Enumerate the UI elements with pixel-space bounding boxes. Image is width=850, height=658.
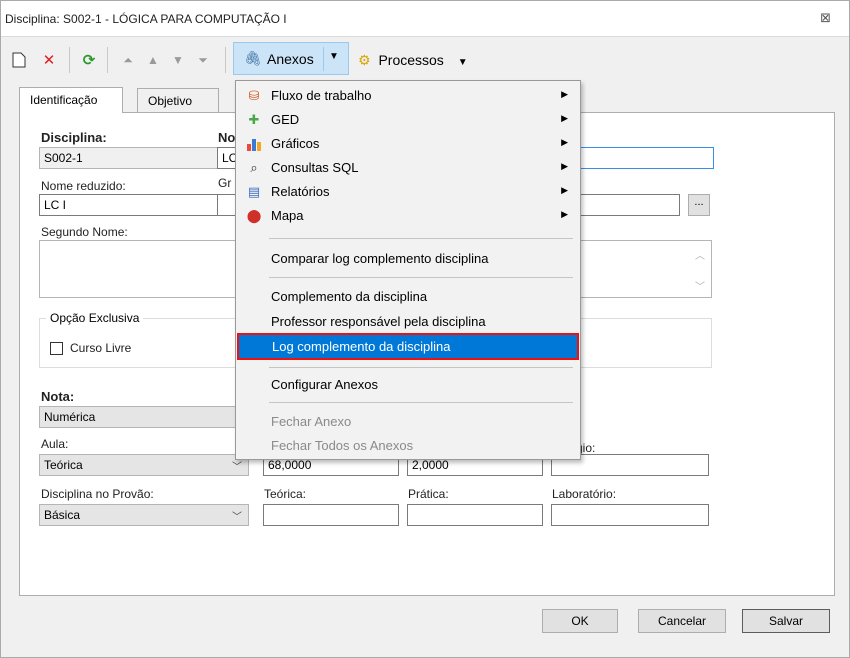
next-record-icon[interactable]: ▼ (169, 49, 187, 71)
refresh-icon[interactable]: ⟳ (79, 49, 99, 71)
chevron-down-icon: ﹀ (232, 462, 242, 473)
menu-item-comparar-log[interactable]: Comparar log complemento disciplina (236, 247, 580, 271)
paperclip-icon: 🖇 (244, 50, 262, 66)
teorica-field[interactable] (263, 504, 399, 526)
menu-item-configurar-anexos[interactable]: Configurar Anexos (236, 373, 580, 397)
browse-button[interactable]: ... (688, 194, 710, 216)
submenu-arrow-icon: ▶ (561, 209, 568, 219)
window-title: Disciplina: S002-1 - LÓGICA PARA COMPUTA… (5, 12, 287, 26)
menu-item-fluxo[interactable]: ⛁ Fluxo de trabalho ▶ (236, 84, 580, 108)
menu-item-fechar-anexo: Fechar Anexo (271, 414, 352, 429)
grupo-label: Gr (218, 176, 232, 190)
processos-label: Processos (378, 52, 444, 68)
aula-select-value: Teórica (44, 458, 83, 472)
nota-label: Nota: (41, 389, 75, 404)
dropdown-arrow-icon[interactable]: ▼ (329, 51, 339, 62)
new-document-icon[interactable] (9, 49, 29, 71)
ged-icon: ✚ (248, 112, 260, 127)
nome-reduzido-label: Nome reduzido: (41, 179, 126, 193)
laboratorio-field[interactable] (551, 504, 709, 526)
menu-separator (269, 238, 573, 239)
grupo-field-right[interactable] (580, 194, 680, 216)
sql-query-icon: ⌕ (250, 160, 258, 175)
chart-icon (246, 136, 262, 152)
anexos-dropdown-menu: ⛁ Fluxo de trabalho ▶ ✚ GED ▶ Gráficos ▶… (235, 80, 581, 460)
menu-separator (269, 367, 573, 368)
close-icon[interactable]: ⊠ (820, 10, 831, 26)
menu-item-consultas-sql[interactable]: ⌕ Consultas SQL ▶ (236, 156, 580, 180)
dropdown-arrow-icon[interactable]: ▼ (458, 57, 468, 68)
menu-item-relatorios[interactable]: ▤ Relatórios ▶ (236, 180, 580, 204)
tab-objetivo[interactable]: Objetivo (137, 88, 219, 113)
submenu-arrow-icon: ▶ (561, 113, 568, 123)
split-divider (323, 47, 324, 71)
menu-item-mapa[interactable]: ⬤ Mapa ▶ (236, 204, 580, 228)
disciplina-label: Disciplina: (41, 130, 107, 145)
map-pin-icon: ⬤ (246, 208, 262, 223)
toolbar-separator (107, 47, 108, 73)
nome-label: No (218, 130, 236, 145)
tab-identificacao[interactable]: Identificação (19, 87, 123, 113)
dialog-window: Disciplina: S002-1 - LÓGICA PARA COMPUTA… (0, 0, 850, 658)
report-icon: ▤ (247, 184, 261, 199)
submenu-arrow-icon: ▶ (561, 161, 568, 171)
anexos-label: Anexos (267, 51, 314, 67)
anexos-button[interactable]: 🖇 Anexos ▼ (233, 42, 349, 75)
menu-item-graficos[interactable]: Gráficos ▶ (236, 132, 580, 156)
menu-separator (269, 277, 573, 278)
menu-item-professor[interactable]: Professor responsável pela disciplina (236, 310, 580, 334)
provao-label: Disciplina no Provão: (41, 487, 154, 501)
teorica-label: Teórica: (264, 487, 307, 501)
title-bar: Disciplina: S002-1 - LÓGICA PARA COMPUTA… (1, 1, 849, 37)
aula-select[interactable]: Teórica ﹀ (39, 454, 249, 476)
laboratorio-label: Laboratório: (552, 487, 617, 501)
toolbar-separator (69, 47, 70, 73)
gear-icon: ⚙ (358, 52, 371, 68)
toolbar-separator (225, 47, 226, 73)
menu-item-ged[interactable]: ✚ GED ▶ (236, 108, 580, 132)
curso-livre-label: Curso Livre (70, 341, 132, 355)
provao-select-value: Básica (44, 508, 81, 522)
last-record-icon[interactable]: ⏷ (194, 49, 212, 71)
salvar-button[interactable]: Salvar (742, 609, 830, 633)
aula-label: Aula: (41, 437, 69, 451)
workflow-icon: ⛁ (248, 88, 260, 103)
menu-item-log-complemento[interactable]: Log complemento da disciplina (237, 333, 579, 360)
pratica-field[interactable] (407, 504, 543, 526)
chevron-down-icon: ﹀ (232, 512, 242, 523)
submenu-arrow-icon: ▶ (561, 137, 568, 147)
menu-separator (269, 402, 573, 403)
previous-record-icon[interactable]: ▲ (144, 49, 162, 71)
menu-item-fechar-todos: Fechar Todos os Anexos (271, 438, 414, 453)
first-record-icon[interactable]: ⏶ (119, 49, 137, 71)
scroll-down-icon[interactable]: ﹀ (695, 278, 705, 293)
toolbar: ✕ ⟳ ⏶ ▲ ▼ ⏷ 🖇 Anexos ▼ ⚙ Processos ▼ (1, 37, 849, 81)
submenu-arrow-icon: ▶ (561, 185, 568, 195)
nome-field-right[interactable] (580, 147, 714, 169)
submenu-arrow-icon: ▶ (561, 89, 568, 99)
cancelar-button[interactable]: Cancelar (638, 609, 726, 633)
pratica-label: Prática: (408, 487, 449, 501)
nota-select[interactable]: Numérica (39, 406, 249, 428)
scroll-up-icon[interactable]: ︿ (695, 247, 705, 262)
nota-select-value: Numérica (44, 410, 96, 424)
opcao-exclusiva-label: Opção Exclusiva (46, 311, 144, 325)
delete-icon[interactable]: ✕ (39, 49, 59, 71)
menu-item-complemento[interactable]: Complemento da disciplina (236, 285, 580, 309)
segundo-nome-label: Segundo Nome: (41, 225, 128, 239)
ok-button[interactable]: OK (542, 609, 618, 633)
curso-livre-checkbox[interactable] (50, 342, 63, 355)
provao-select[interactable]: Básica ﹀ (39, 504, 249, 526)
processos-button[interactable]: ⚙ Processos ▼ (358, 52, 468, 69)
